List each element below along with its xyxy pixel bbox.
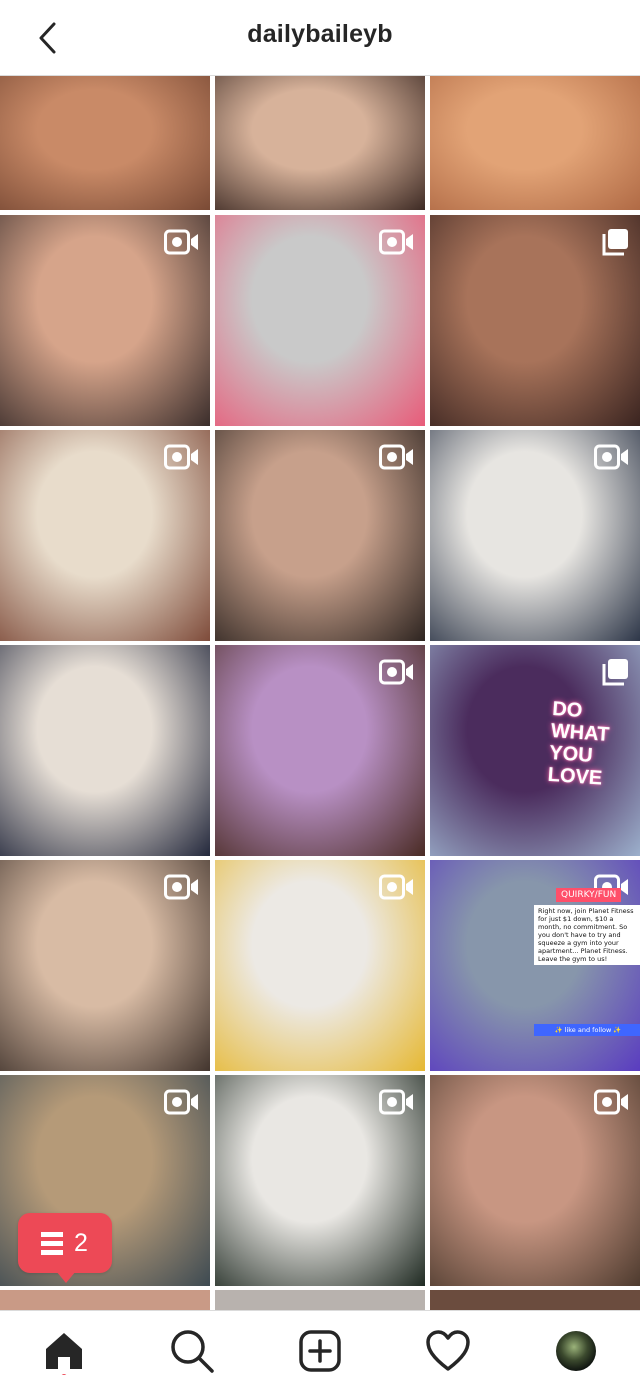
video-icon <box>379 229 413 255</box>
post-dress-mirror-selfie[interactable] <box>430 430 640 641</box>
carousel-icon <box>602 229 628 256</box>
nav-search[interactable] <box>168 1327 216 1375</box>
post-yellow-nails[interactable] <box>0 645 210 856</box>
thumbnail-image <box>215 1290 425 1310</box>
nav-profile[interactable] <box>552 1327 600 1375</box>
post-smiling-portrait[interactable] <box>215 76 425 210</box>
video-icon <box>379 659 413 685</box>
thumbnail-image <box>0 76 210 210</box>
thumbnail-image <box>0 645 210 856</box>
nav-new-post[interactable] <box>296 1327 344 1375</box>
overlay-caption: Right now, join Planet Fitness for just … <box>534 905 640 965</box>
post-green-eyeshadow-application[interactable] <box>0 215 210 426</box>
post-partial-thumbnail[interactable] <box>0 1290 210 1310</box>
post-yellow-skirt[interactable] <box>215 860 425 1071</box>
post-planet-fitness[interactable]: QUIRKY/FUN Right now, join Planet Fitness… <box>430 860 640 1071</box>
activity-heart-icon <box>426 1330 470 1371</box>
home-icon <box>46 1333 82 1380</box>
video-icon <box>164 874 198 900</box>
thumbnail-image <box>0 1290 210 1310</box>
profile-avatar <box>556 1331 596 1371</box>
post-neon-liner[interactable] <box>215 430 425 641</box>
activity-notification-bubble[interactable]: 2 <box>18 1213 112 1283</box>
profile-username[interactable]: dailybaileyb <box>0 20 640 49</box>
thumbnail-image <box>215 76 425 210</box>
carousel-icon <box>602 659 628 686</box>
video-icon <box>164 229 198 255</box>
video-icon <box>379 444 413 470</box>
overlay-tag: QUIRKY/FUN <box>556 888 622 902</box>
post-partial-thumbnail[interactable] <box>430 1290 640 1310</box>
video-icon <box>379 874 413 900</box>
nav-home[interactable] <box>40 1327 88 1380</box>
post-eyeshadow-closeup[interactable] <box>0 76 210 210</box>
post-sequin-jacket[interactable]: DO WHAT YOU LOVE <box>430 645 640 856</box>
video-icon <box>594 1089 628 1115</box>
post-lashes-closeup[interactable] <box>430 1075 640 1286</box>
video-icon <box>164 444 198 470</box>
post-grid: DO WHAT YOU LOVE QUIRKY/FUN Right now, joi… <box>0 76 640 1310</box>
video-icon <box>164 1089 198 1115</box>
posts-stack-icon <box>41 1232 63 1255</box>
video-icon <box>379 1089 413 1115</box>
new-post-icon <box>299 1330 341 1372</box>
post-brushes-face[interactable] <box>0 430 210 641</box>
notification-count: 2 <box>74 1229 88 1257</box>
post-jeweled-headband[interactable] <box>0 860 210 1071</box>
thumbnail-image <box>430 76 640 210</box>
neon-sign-text: DO WHAT YOU LOVE <box>547 697 611 790</box>
post-hair-tutorial[interactable] <box>215 645 425 856</box>
post-partial-thumbnail[interactable] <box>215 1290 425 1310</box>
search-icon <box>171 1330 214 1373</box>
top-header: dailybaileyb <box>0 0 640 76</box>
nav-activity[interactable] <box>424 1327 472 1375</box>
thumbnail-image <box>430 1290 640 1310</box>
post-green-dress[interactable] <box>215 1075 425 1286</box>
bottom-navigation <box>0 1310 640 1386</box>
post-pens-cup-face[interactable] <box>215 215 425 426</box>
video-icon <box>594 444 628 470</box>
post-eye-profile[interactable] <box>430 76 640 210</box>
post-green-eyeshadow-portrait[interactable] <box>430 215 640 426</box>
overlay-cta: ✨ like and follow ✨ <box>534 1024 640 1036</box>
